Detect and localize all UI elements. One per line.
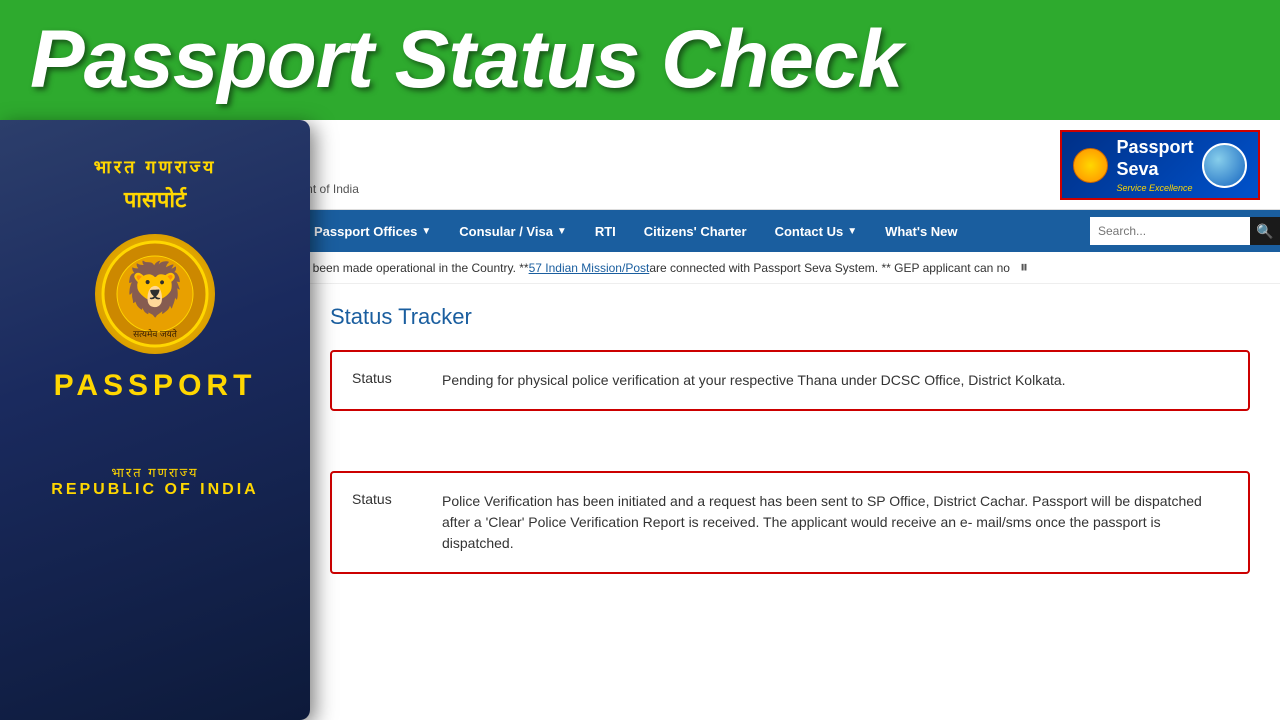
right-logo-text: Passport Seva Service Excellence xyxy=(1116,137,1193,192)
nav-whats-new[interactable]: What's New xyxy=(871,210,971,252)
passport-republic-hindi: भारत गणराज्य xyxy=(0,463,310,481)
right-logo: Passport Seva Service Excellence xyxy=(1060,130,1260,200)
passport-hindi-label: पासपोर्ट xyxy=(0,184,310,214)
search-area: 🔍 xyxy=(1090,217,1280,245)
globe-icon xyxy=(1202,143,1247,188)
top-banner: Passport Status Check xyxy=(0,0,1280,120)
passport-english-label: PASSPORT xyxy=(0,369,310,403)
passport-country-code: भारत गणराज्य xyxy=(0,120,310,179)
status-box-1: Status Pending for physical police verif… xyxy=(330,350,1250,411)
status-tracker-title: Status Tracker xyxy=(330,304,1250,330)
passport-republic-english: REPUBLIC OF INDIA xyxy=(0,481,310,499)
svg-text:सत्यमेव जयते: सत्यमेव जयते xyxy=(133,328,178,339)
passport-seva-label: Passport Seva xyxy=(1116,137,1193,180)
passport-emblem-area: 🦁 सत्यमेव जयते xyxy=(0,234,310,354)
service-excellence-label: Service Excellence xyxy=(1116,183,1193,193)
pause-icon[interactable]: ⏸ xyxy=(1020,259,1028,277)
nav-contact-us[interactable]: Contact Us ▼ xyxy=(761,210,872,252)
nav-rti[interactable]: RTI xyxy=(581,210,630,252)
status-box-2: Status Police Verification has been init… xyxy=(330,471,1250,574)
chevron-down-icon: ▼ xyxy=(847,226,857,237)
nav-consular-visa[interactable]: Consular / Visa ▼ xyxy=(445,210,581,252)
passport-emblem-icon: 🦁 सत्यमेव जयते xyxy=(95,234,215,354)
svg-text:🦁: 🦁 xyxy=(123,259,188,319)
ashoka-small-icon xyxy=(1073,148,1108,183)
banner-title: Passport Status Check xyxy=(30,13,902,107)
status-label-2: Status xyxy=(352,491,412,507)
status-value-2: Police Verification has been initiated a… xyxy=(442,491,1228,554)
ticker-link[interactable]: 57 Indian Mission/Post xyxy=(529,261,650,275)
chevron-down-icon: ▼ xyxy=(421,226,431,237)
nav-passport-offices[interactable]: Passport Offices ▼ xyxy=(300,210,445,252)
search-button[interactable]: 🔍 xyxy=(1250,217,1280,245)
status-value-1: Pending for physical police verification… xyxy=(442,370,1066,391)
search-input[interactable] xyxy=(1090,217,1250,245)
passport-book: भारत गणराज्य पासपोर्ट 🦁 सत्यमेव जयते PAS… xyxy=(0,120,310,720)
spacer xyxy=(330,431,1250,471)
ticker-text-after: are connected with Passport Seva System.… xyxy=(649,261,1010,275)
chevron-down-icon: ▼ xyxy=(557,226,567,237)
status-label-1: Status xyxy=(352,370,412,386)
nav-citizens-charter[interactable]: Citizens' Charter xyxy=(630,210,761,252)
ticker-text-before: ** been made operational in the Country.… xyxy=(300,261,529,275)
